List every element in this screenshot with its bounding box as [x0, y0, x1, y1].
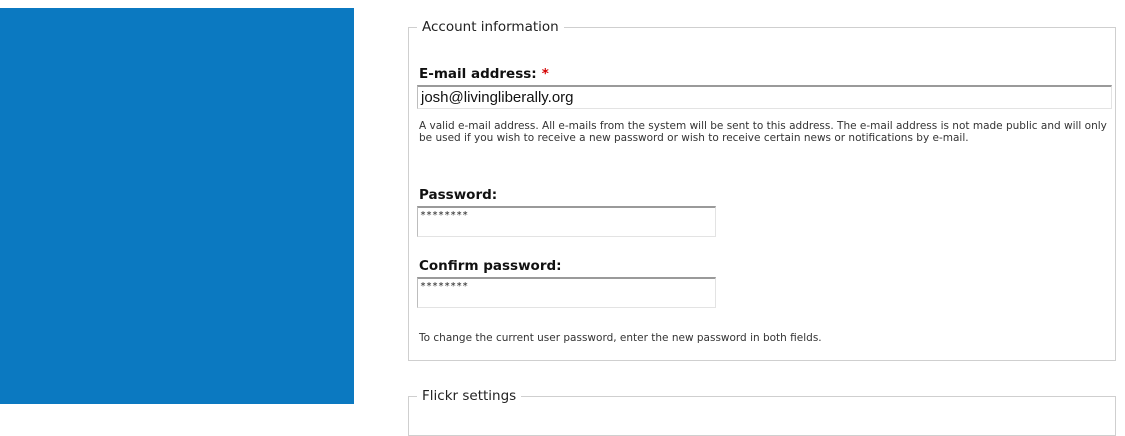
- main-content: Account information E-mail address: * jos…: [400, 0, 1125, 436]
- password-help-text: To change the current user password, ent…: [419, 332, 822, 344]
- email-description: A valid e-mail address. All e-mails from…: [419, 120, 1107, 144]
- required-marker: *: [541, 66, 549, 82]
- flickr-settings-fieldset: Flickr settings: [408, 385, 1116, 436]
- account-information-legend: Account information: [417, 16, 564, 38]
- confirm-password-field[interactable]: ********: [417, 277, 716, 308]
- account-information-fieldset: Account information E-mail address: * jos…: [408, 16, 1116, 361]
- password-field[interactable]: ********: [417, 206, 716, 237]
- password-label: Password:: [419, 187, 498, 203]
- confirm-password-label: Confirm password:: [419, 258, 562, 274]
- email-label-text: E-mail address:: [419, 66, 537, 82]
- sidebar-panel: [0, 8, 354, 404]
- email-field[interactable]: josh@livingliberally.org: [417, 85, 1112, 109]
- email-label: E-mail address: *: [419, 66, 549, 82]
